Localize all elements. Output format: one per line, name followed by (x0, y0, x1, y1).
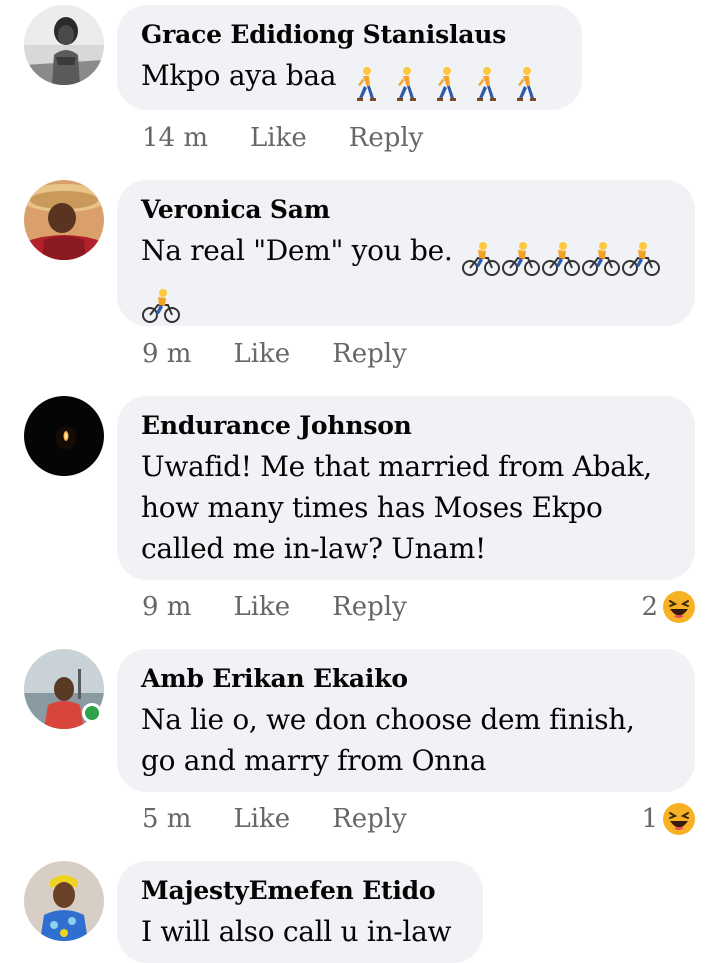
laughing-face-icon (662, 802, 696, 836)
person-biking-icon (141, 288, 181, 324)
like-button[interactable]: Like (233, 592, 290, 622)
comment-meta: 5 m Like Reply (142, 799, 407, 839)
online-status-indicator (82, 703, 102, 723)
avatar[interactable] (24, 180, 104, 260)
comment-meta: 14 m Like Reply (142, 118, 423, 158)
comment-text: Na lie o, we don choose dem finish, go a… (141, 703, 635, 777)
person-biking-icon (541, 241, 581, 277)
reaction-count: 2 (641, 592, 658, 622)
person-biking-icon (501, 241, 541, 277)
person-walking-icon (425, 66, 465, 102)
comment-time[interactable]: 9 m (142, 339, 191, 369)
comment-bubble: Veronica Sam Na real "Dem" you be. (117, 180, 695, 326)
person-biking-icon (581, 241, 621, 277)
comment-text-content: Mkpo aya baa (141, 59, 337, 92)
person-walking-icon (465, 66, 505, 102)
person-walking-icon (385, 66, 425, 102)
comment-bubble: MajestyEmefen Etido I will also call u i… (117, 861, 483, 963)
like-button[interactable]: Like (233, 339, 290, 369)
comment-bubble: Endurance Johnson Uwafid! Me that marrie… (117, 396, 695, 580)
comment-text: I will also call u in-law (141, 915, 452, 948)
emoji-row (461, 236, 661, 277)
comment-bubble: Grace Edidiong Stanislaus Mkpo aya baa (117, 5, 582, 110)
comment-author[interactable]: Grace Edidiong Stanislaus (141, 19, 558, 51)
comment-author[interactable]: Amb Erikan Ekaiko (141, 663, 671, 695)
comment-text: Na real "Dem" you be. (141, 230, 671, 324)
reaction-count: 1 (641, 804, 658, 834)
like-button[interactable]: Like (233, 804, 290, 834)
reply-button[interactable]: Reply (332, 804, 407, 834)
comment-time[interactable]: 14 m (142, 123, 208, 153)
reply-button[interactable]: Reply (349, 123, 424, 153)
reply-button[interactable]: Reply (332, 592, 407, 622)
person-walking-icon (505, 66, 545, 102)
person-biking-icon (461, 241, 501, 277)
comment-author[interactable]: MajestyEmefen Etido (141, 875, 459, 907)
emoji-row (345, 61, 545, 102)
avatar[interactable] (24, 396, 104, 476)
comment-bubble: Amb Erikan Ekaiko Na lie o, we don choos… (117, 649, 695, 792)
comment-time[interactable]: 5 m (142, 804, 191, 834)
comment-meta: 9 m Like Reply (142, 334, 407, 374)
person-walking-icon (345, 66, 385, 102)
comment-text: Uwafid! Me that married from Abak, how m… (141, 450, 652, 565)
comment-text-content: Na real "Dem" you be. (141, 234, 453, 267)
laughing-face-icon (662, 590, 696, 624)
reaction-summary[interactable]: 1 (641, 799, 696, 839)
emoji-row (141, 283, 181, 324)
comment-text: Mkpo aya baa (141, 55, 558, 102)
comment-author[interactable]: Endurance Johnson (141, 410, 671, 442)
comment-author[interactable]: Veronica Sam (141, 194, 671, 226)
avatar[interactable] (24, 5, 104, 85)
person-biking-icon (621, 241, 661, 277)
avatar[interactable] (24, 861, 104, 941)
like-button[interactable]: Like (250, 123, 307, 153)
reaction-summary[interactable]: 2 (641, 587, 696, 627)
comment-time[interactable]: 9 m (142, 592, 191, 622)
reply-button[interactable]: Reply (332, 339, 407, 369)
comment-meta: 9 m Like Reply (142, 587, 407, 627)
